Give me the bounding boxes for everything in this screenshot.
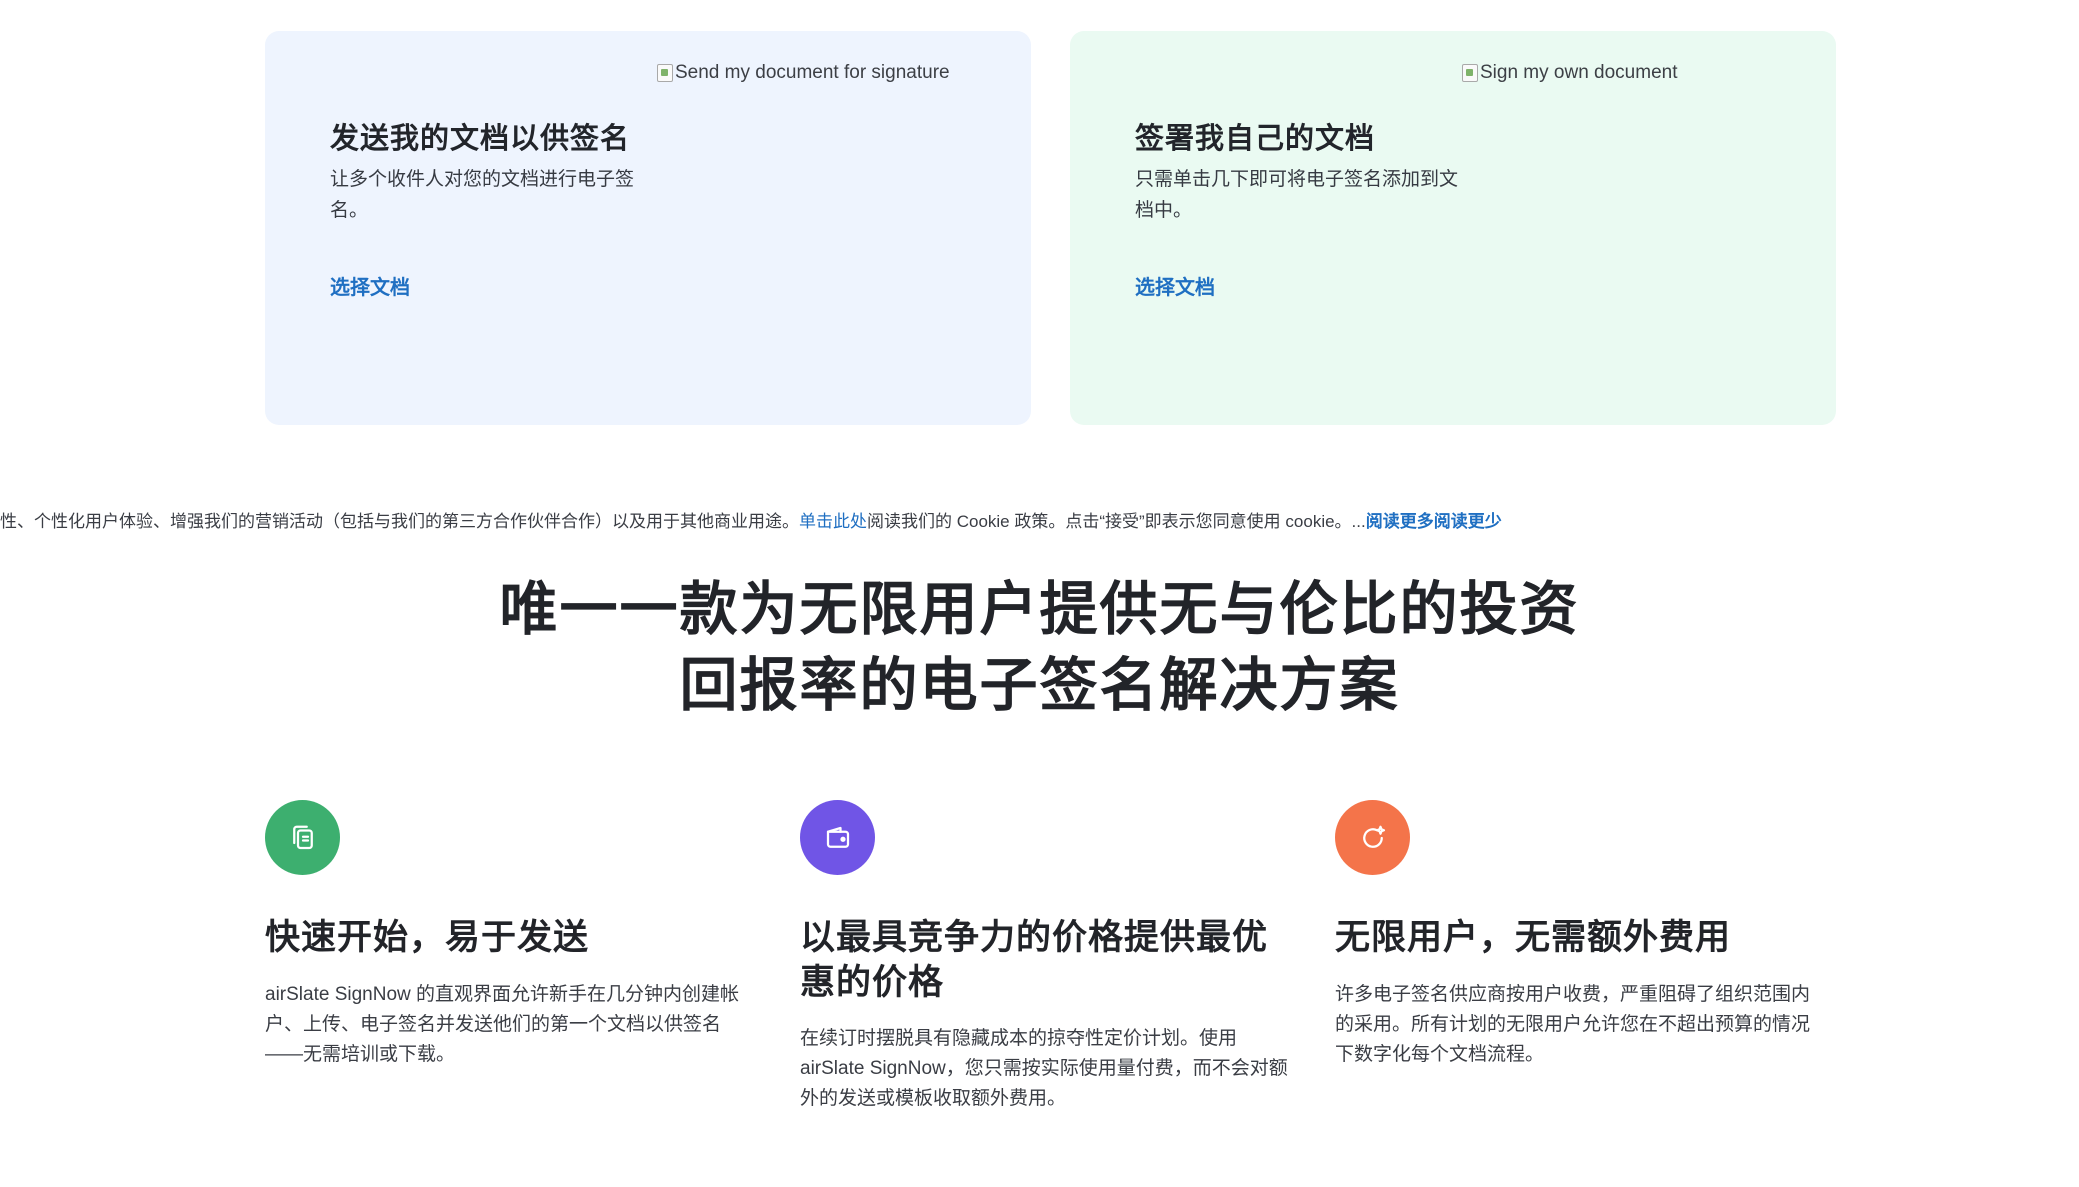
read-more-link[interactable]: 阅读更多 [1366,512,1434,531]
headline-line-1: 唯一一款为无限用户提供无与伦比的投资 [499,577,1580,642]
sign-document-image: Sign my own document [1462,62,1678,84]
feature-text: 许多电子签名供应商按用户收费，严重阻碍了组织范围内的采用。所有计划的无限用户允许… [1335,984,1811,1065]
send-document-image: Send my document for signature [657,62,950,84]
section-headline: 唯一一款为无限用户提供无与伦比的投资 回报率的电子签名解决方案 [0,572,2079,724]
cookie-text-after: 阅读我们的 Cookie 政策。点击“接受”即表示您同意使用 cookie。..… [867,512,1366,531]
send-choose-document-link[interactable]: 选择文档 [330,271,410,300]
feature-quick-start: 快速开始，易于发送 airSlate SignNow 的直观界面允许新手在几分钟… [265,800,765,1065]
cookie-banner: 性、个性化用户体验、增强我们的营销活动（包括与我们的第三方合作伙伴合作）以及用于… [0,507,1560,532]
send-document-card: Send my document for signature 发送我的文档以供签… [265,31,1031,425]
feature-unlimited-users: 无限用户，无需额外费用 许多电子签名供应商按用户收费，严重阻碍了组织范围内的采用… [1335,800,1835,1065]
feature-title: 无限用户，无需额外费用 [1335,918,1732,957]
feature-title: 以最具竞争力的价格提供最优惠的价格 [800,918,1269,1002]
feature-title: 快速开始，易于发送 [265,918,590,957]
refresh-sparkle-icon [1335,800,1410,875]
headline-line-2: 回报率的电子签名解决方案 [679,653,1400,718]
broken-image-icon [1462,64,1478,82]
send-document-description: 让多个收件人对您的文档进行电子签名。 [330,169,635,221]
feature-best-price: 以最具竞争力的价格提供最优惠的价格 在续订时摆脱具有隐藏成本的掠夺性定价计划。使… [800,800,1300,1109]
feature-text: 在续订时摆脱具有隐藏成本的掠夺性定价计划。使用 airSlate SignNow… [800,1028,1288,1109]
sign-document-image-alt: Sign my own document [1480,62,1678,83]
sign-choose-document-link[interactable]: 选择文档 [1135,271,1215,300]
document-copy-icon [265,800,340,875]
feature-text: airSlate SignNow 的直观界面允许新手在几分钟内创建帐户、上传、电… [265,984,740,1065]
send-document-title: 发送我的文档以供签名 [330,123,631,155]
cookie-text-before: 性、个性化用户体验、增强我们的营销活动（包括与我们的第三方合作伙伴合作）以及用于… [0,512,799,531]
broken-image-icon [657,64,673,82]
read-less-link[interactable]: 阅读更少 [1434,512,1502,531]
send-document-image-alt: Send my document for signature [675,62,950,83]
sign-document-description: 只需单击几下即可将电子签名添加到文档中。 [1135,169,1459,221]
sign-document-title: 签署我自己的文档 [1135,123,1376,155]
wallet-icon [800,800,875,875]
sign-document-card: Sign my own document 签署我自己的文档 只需单击几下即可将电… [1070,31,1836,425]
cookie-policy-link[interactable]: 单击此处 [799,512,867,531]
